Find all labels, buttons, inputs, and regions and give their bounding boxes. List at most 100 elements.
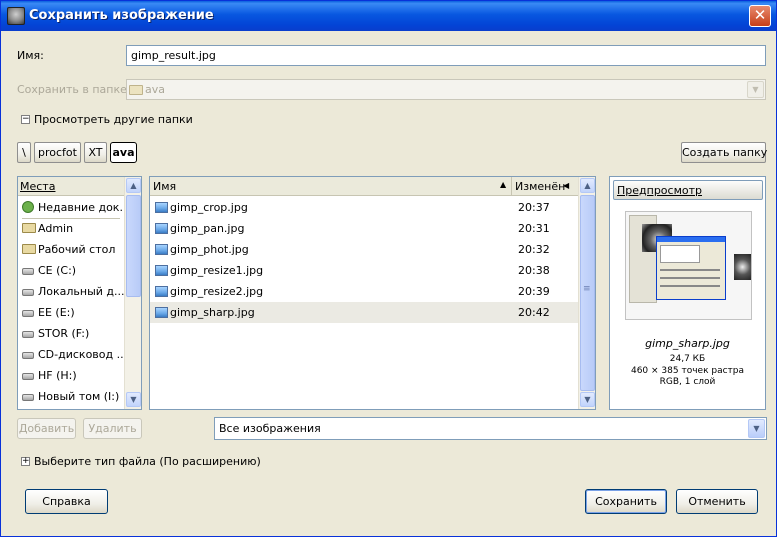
scroll-thumb[interactable]: ≡ — [580, 195, 595, 391]
folder-icon — [129, 85, 143, 95]
places-item-label: HF (H:) — [38, 369, 77, 382]
places-item[interactable]: EE (E:) — [18, 302, 124, 323]
save-in-folder-combo: ava ▼ — [126, 79, 766, 100]
places-item-label: Новый том (I:) — [38, 390, 120, 403]
file-row[interactable]: gimp_sharp.jpg 20:42 — [150, 302, 578, 323]
path-procfot-button[interactable]: procfot — [34, 142, 81, 163]
folder-icon — [22, 244, 36, 254]
files-panel: Имя ▲ Изменён ◀ gimp_crop.jpg 20:37 gimp_p… — [149, 176, 596, 410]
chevron-down-icon[interactable]: ▼ — [748, 419, 765, 438]
image-file-icon — [155, 286, 168, 297]
places-item[interactable]: Admin — [18, 218, 124, 239]
file-name: gimp_phot.jpg — [170, 243, 249, 256]
file-filter-combo[interactable]: Все изображения ▼ — [214, 417, 767, 440]
places-item[interactable]: STOR (F:) — [18, 323, 124, 344]
drive-icon — [22, 331, 34, 338]
scroll-thumb[interactable] — [126, 195, 141, 297]
file-modified: 20:32 — [518, 243, 550, 256]
places-item-label: Локальный д... — [38, 285, 125, 298]
scroll-down-icon[interactable]: ▼ — [126, 392, 141, 407]
places-item-label: CE (C:) — [38, 264, 77, 277]
scroll-down-icon[interactable]: ▼ — [580, 392, 595, 407]
drive-icon — [22, 310, 34, 317]
column-modified-header[interactable]: Изменён — [515, 180, 565, 193]
drive-icon — [22, 394, 34, 401]
file-name: gimp_resize1.jpg — [170, 264, 264, 277]
file-row[interactable]: gimp_resize2.jpg 20:39 — [150, 281, 578, 302]
preview-thumbnail — [625, 211, 752, 320]
file-row[interactable]: gimp_phot.jpg 20:32 — [150, 239, 578, 260]
sort-ascending-icon: ▲ — [500, 180, 507, 189]
file-row[interactable]: gimp_crop.jpg 20:37 — [150, 197, 578, 218]
image-file-icon — [155, 244, 168, 255]
save-button[interactable]: Сохранить — [585, 489, 667, 514]
title-bar[interactable]: Сохранить изображение ✕ — [1, 1, 776, 31]
places-item[interactable]: Рабочий стол — [18, 239, 124, 260]
places-item[interactable]: Локальный д... — [18, 281, 125, 302]
file-modified: 20:38 — [518, 264, 550, 277]
places-item[interactable]: Новый том (I:) — [18, 386, 124, 407]
window-title: Сохранить изображение — [29, 8, 214, 23]
image-file-icon — [155, 265, 168, 276]
places-scrollbar[interactable]: ▲ ▼ — [124, 177, 141, 409]
file-modified: 20:42 — [518, 306, 550, 319]
file-modified: 20:39 — [518, 285, 550, 298]
path-xt-button[interactable]: XT — [84, 142, 107, 163]
save-in-folder-label: Сохранить в папке — [17, 83, 127, 96]
places-item[interactable]: Недавние док... — [18, 197, 130, 218]
create-folder-button[interactable]: Создать папку — [681, 142, 767, 163]
places-item-label: Рабочий стол — [38, 243, 116, 256]
name-label: Имя: — [17, 49, 44, 62]
preview-panel: Предпросмотр gimp_sharp.jpg 24,7 КБ 460 … — [609, 176, 766, 410]
cancel-button[interactable]: Отменить — [676, 489, 758, 514]
places-item[interactable]: HF (H:) — [18, 365, 124, 386]
scroll-up-icon[interactable]: ▲ — [126, 178, 141, 193]
path-root-button[interactable]: \ — [17, 142, 31, 163]
gimp-icon — [7, 7, 25, 25]
places-panel: Места Недавние док... Admin Рабочий стол CE… — [17, 176, 142, 410]
folder-icon — [22, 223, 36, 233]
file-modified: 20:37 — [518, 201, 550, 214]
file-filter-value: Все изображения — [219, 422, 321, 435]
drive-icon — [22, 352, 34, 359]
collapse-icon[interactable]: − — [21, 115, 30, 124]
preview-dimensions: 460 × 385 точек растра — [630, 366, 745, 376]
help-button[interactable]: Справка — [25, 489, 108, 514]
select-file-type-toggle[interactable]: Выберите тип файла (По расширению) — [34, 455, 261, 468]
file-name: gimp_sharp.jpg — [170, 306, 255, 319]
file-name: gimp_crop.jpg — [170, 201, 248, 214]
drive-icon — [22, 289, 34, 296]
close-button[interactable]: ✕ — [749, 5, 771, 27]
places-item-label: EE (E:) — [38, 306, 75, 319]
places-item-label: Недавние док... — [38, 201, 130, 214]
places-item-label: CD-дисковод ... — [38, 348, 128, 361]
remove-bookmark-button[interactable]: Удалить — [83, 418, 142, 439]
places-header-label: Места — [20, 180, 56, 193]
column-name-header[interactable]: Имя — [153, 180, 176, 193]
places-header[interactable]: Места — [18, 177, 124, 196]
chevron-down-icon: ▼ — [747, 81, 764, 98]
path-ava-button[interactable]: ava — [110, 142, 137, 163]
save-in-folder-value: ava — [145, 83, 165, 96]
files-header: Имя ▲ Изменён ◀ — [150, 177, 578, 196]
column-divider — [511, 177, 512, 196]
thumbnail-photo-right — [734, 254, 751, 280]
scroll-up-icon[interactable]: ▲ — [580, 178, 595, 193]
drive-icon — [22, 373, 34, 380]
drive-icon — [22, 268, 34, 275]
grip-icon: ≡ — [583, 284, 591, 294]
add-bookmark-button[interactable]: Добавить — [17, 418, 76, 439]
file-row[interactable]: gimp_resize1.jpg 20:38 — [150, 260, 578, 281]
places-item[interactable]: CE (C:) — [18, 260, 124, 281]
expand-icon[interactable]: + — [21, 457, 30, 466]
file-modified: 20:31 — [518, 222, 550, 235]
browse-other-folders-toggle[interactable]: Просмотреть другие папки — [34, 113, 193, 126]
file-row[interactable]: gimp_pan.jpg 20:31 — [150, 218, 578, 239]
files-scrollbar[interactable]: ▲ ≡ ▼ — [578, 177, 595, 409]
file-name: gimp_pan.jpg — [170, 222, 245, 235]
places-item[interactable]: CD-дисковод ... — [18, 344, 128, 365]
filename-input[interactable]: gimp_result.jpg — [126, 45, 766, 66]
sort-arrow-icon: ◀ — [563, 181, 570, 190]
preview-mode: RGB, 1 слой — [659, 377, 716, 387]
preview-header: Предпросмотр — [613, 180, 763, 200]
